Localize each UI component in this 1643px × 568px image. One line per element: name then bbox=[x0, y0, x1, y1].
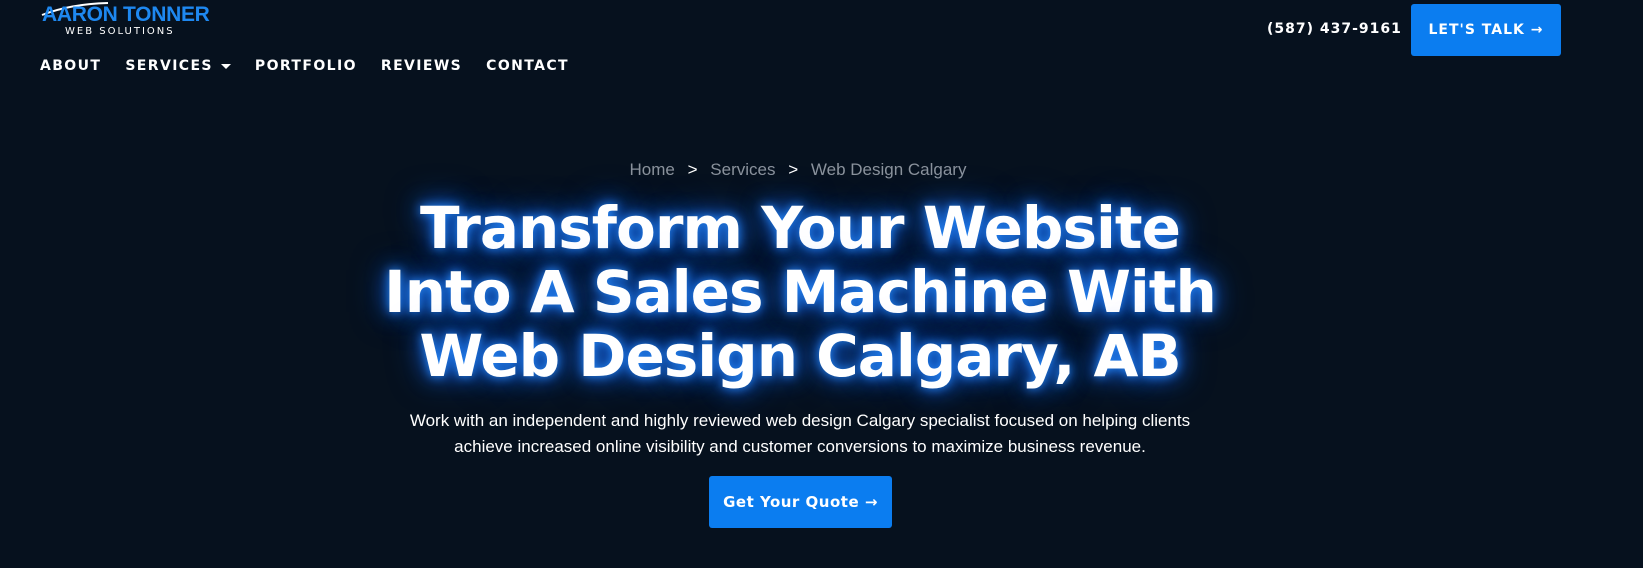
get-quote-button[interactable]: Get Your Quote → bbox=[709, 476, 892, 528]
breadcrumb-separator: > bbox=[788, 160, 799, 179]
breadcrumb: Home > Services > Web Design Calgary bbox=[0, 160, 1596, 180]
hero-description-line: Work with an independent and highly revi… bbox=[409, 411, 1191, 430]
page: AARON TONNER WEB SOLUTIONS ABOUT SERVICE… bbox=[0, 0, 1643, 568]
main-nav: ABOUT SERVICES PORTFOLIO REVIEWS CONTACT bbox=[40, 58, 593, 74]
nav-item-portfolio[interactable]: PORTFOLIO bbox=[255, 58, 357, 74]
nav-item-label: SERVICES bbox=[125, 58, 213, 74]
nav-item-about[interactable]: ABOUT bbox=[40, 58, 101, 74]
hero-title-line: Web Design Calgary, AB bbox=[419, 322, 1181, 390]
nav-item-label: CONTACT bbox=[486, 58, 569, 74]
nav-item-label: REVIEWS bbox=[380, 58, 463, 74]
nav-item-reviews[interactable]: REVIEWS bbox=[381, 58, 462, 74]
caret-down-icon bbox=[220, 64, 231, 69]
nav-item-label: ABOUT bbox=[40, 58, 102, 74]
hero-description: Work with an independent and highly revi… bbox=[0, 408, 1600, 460]
hero-title-line: Into A Sales Machine With bbox=[384, 258, 1217, 326]
breadcrumb-current: Web Design Calgary bbox=[810, 160, 967, 179]
hero-title-line: Transform Your Website bbox=[420, 194, 1181, 262]
hero-description-line: achieve increased online visibility and … bbox=[454, 437, 1146, 456]
logo-name: AARON TONNER bbox=[42, 3, 210, 26]
breadcrumb-home[interactable]: Home bbox=[630, 160, 675, 179]
breadcrumb-services[interactable]: Services bbox=[710, 160, 775, 179]
nav-item-contact[interactable]: CONTACT bbox=[486, 58, 569, 74]
nav-item-label: PORTFOLIO bbox=[254, 58, 357, 74]
nav-item-services[interactable]: SERVICES bbox=[125, 58, 231, 74]
phone-link[interactable]: (587) 437-9161 bbox=[1267, 21, 1402, 37]
hero-title: Transform Your Website Into A Sales Mach… bbox=[0, 196, 1600, 388]
logo-subtitle: WEB SOLUTIONS bbox=[65, 26, 175, 37]
lets-talk-button[interactable]: LET'S TALK → bbox=[1411, 4, 1561, 56]
breadcrumb-separator: > bbox=[687, 160, 698, 179]
